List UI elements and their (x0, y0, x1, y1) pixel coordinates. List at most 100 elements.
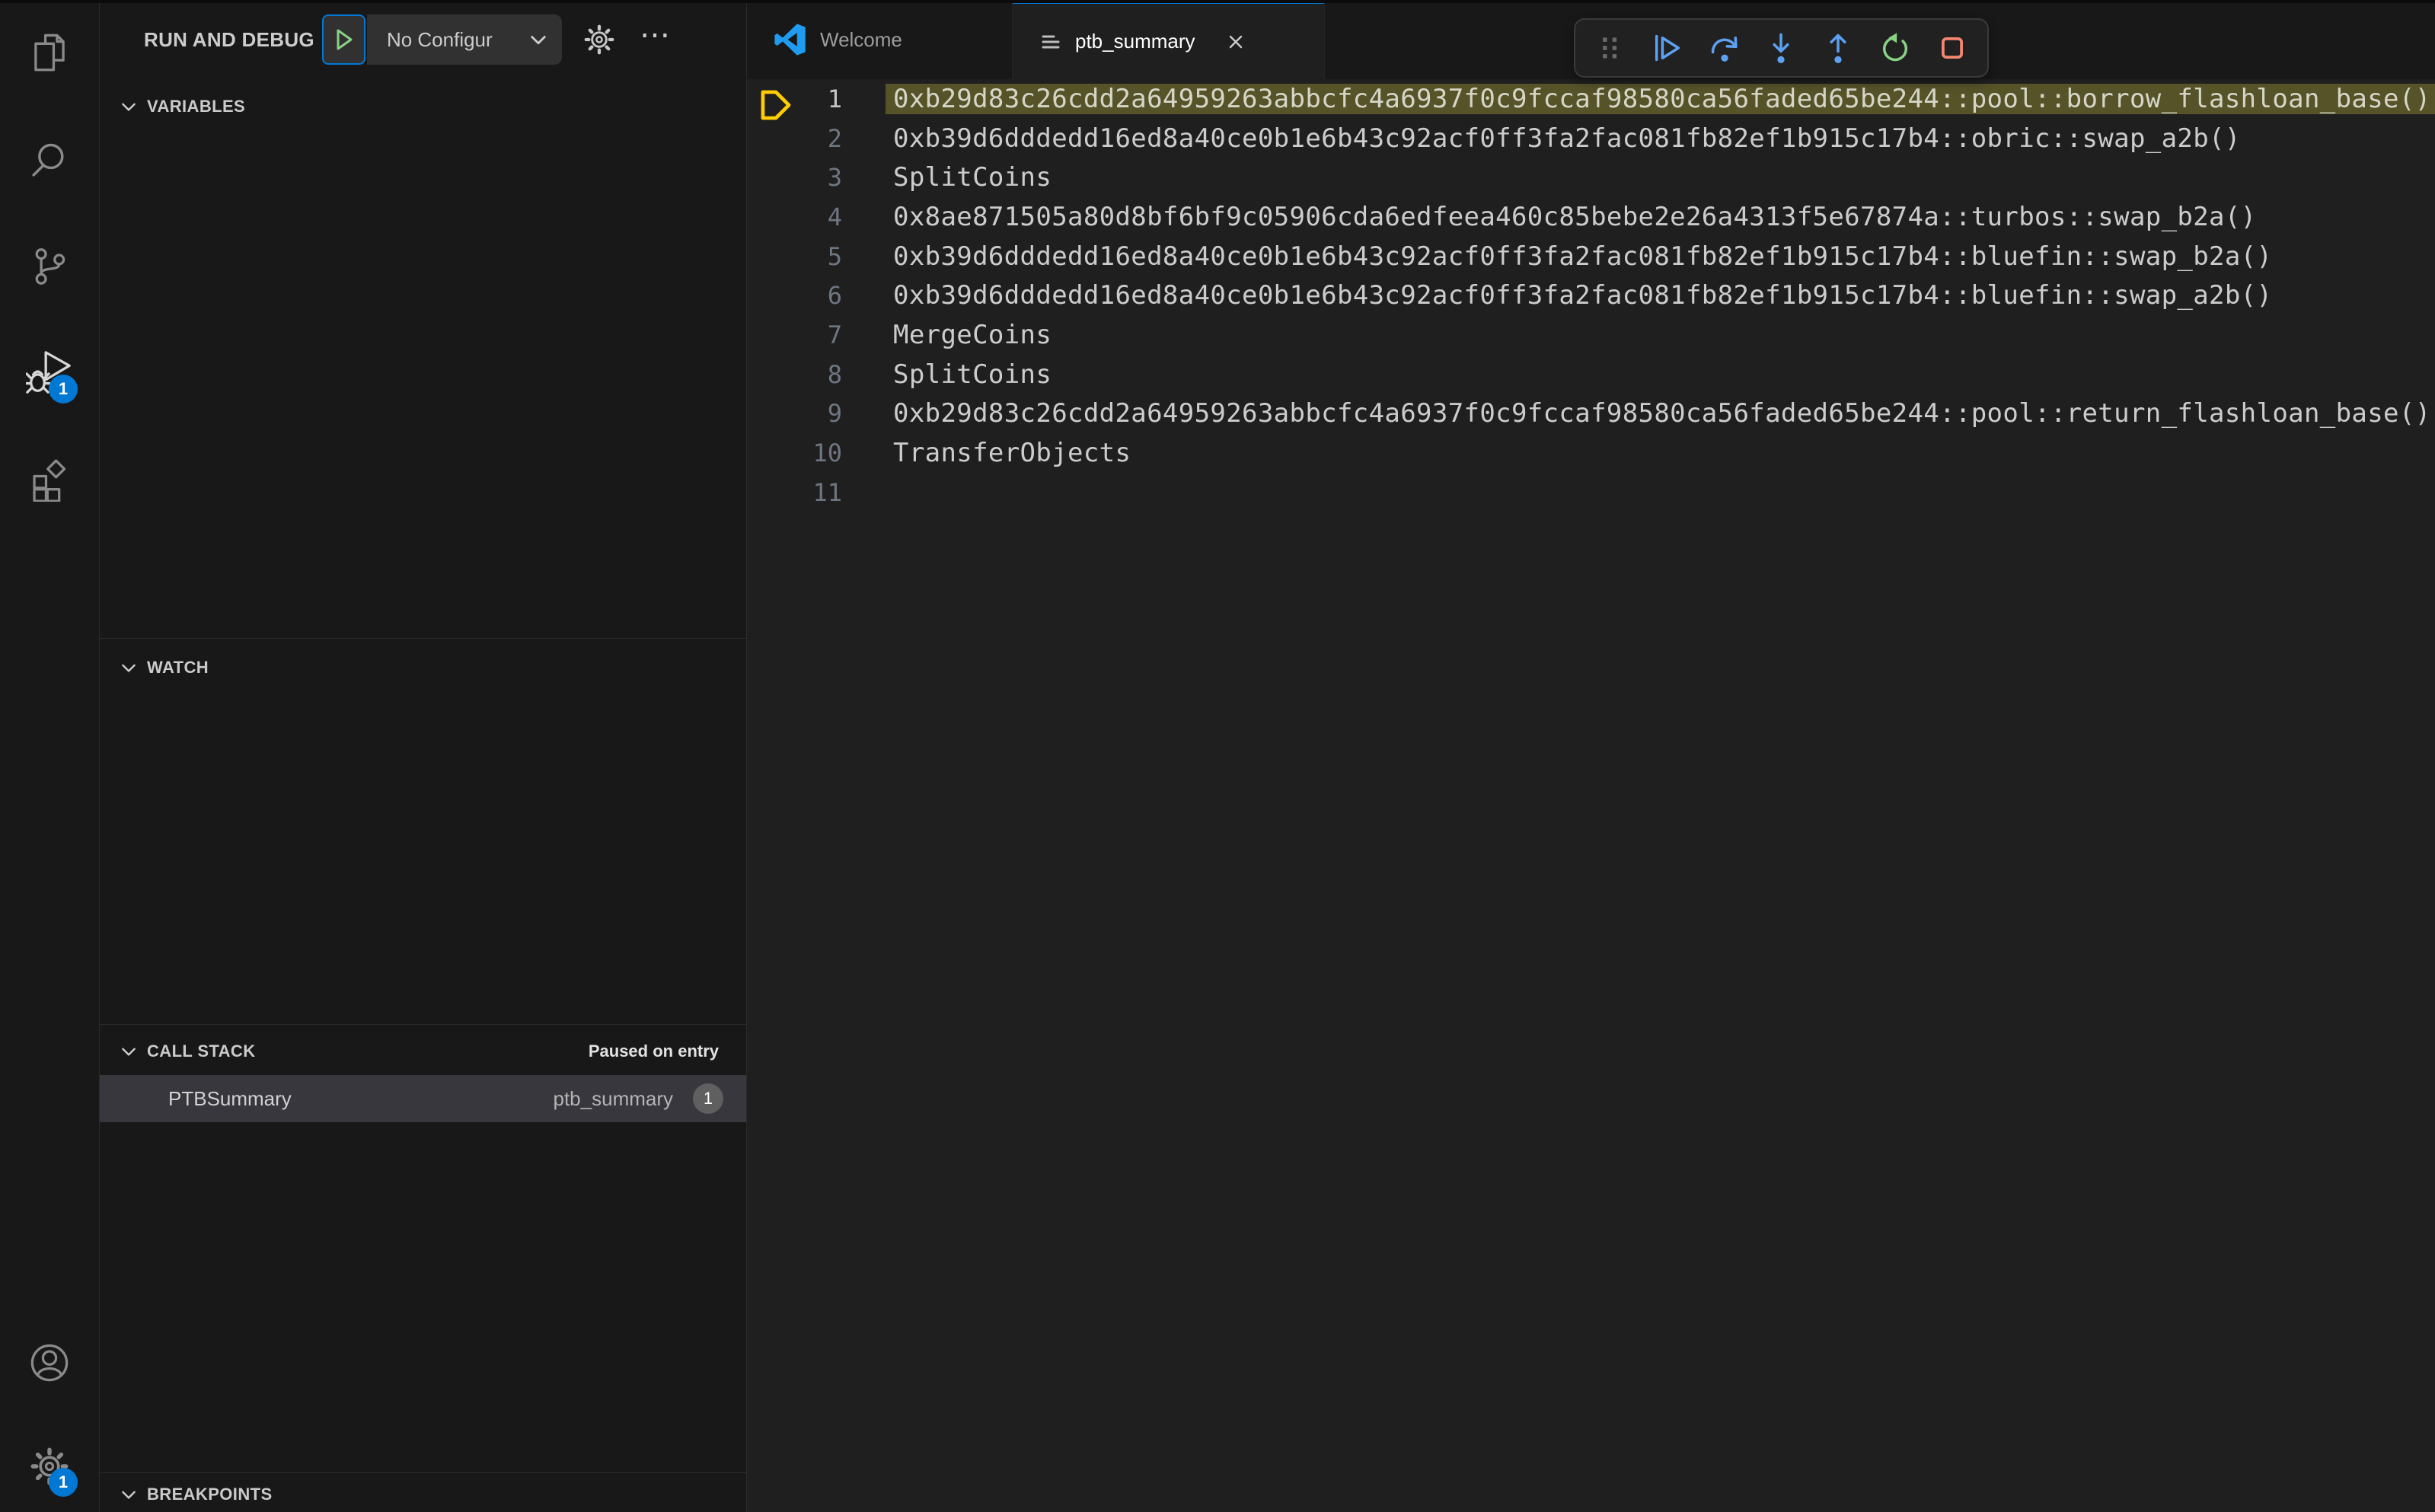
code-editor[interactable]: 1 0xb29d83c26cdd2a64959263abbcfc4a6937f0… (747, 79, 2435, 1512)
list-file-icon (1042, 35, 1060, 48)
chevron-down-icon (122, 103, 136, 111)
section-divider (100, 1472, 746, 1473)
gutter[interactable]: 4 (747, 203, 893, 231)
code-text[interactable]: 0xb39d6dddedd16ed8a40ce0b1e6b43c92acf0ff… (893, 241, 2435, 272)
code-line[interactable]: 11 (747, 473, 2435, 512)
section-divider (100, 1024, 746, 1025)
code-line[interactable]: 3 SplitCoins (747, 158, 2435, 197)
gutter[interactable]: 10 (747, 439, 893, 467)
line-number: 5 (827, 241, 842, 271)
code-text[interactable]: TransferObjects (893, 438, 2435, 468)
continue-button[interactable] (1648, 28, 1687, 68)
line-number: 8 (827, 359, 842, 389)
section-label: VARIABLES (147, 97, 246, 116)
step-over-button[interactable] (1705, 28, 1744, 68)
line-number: 7 (827, 320, 842, 349)
line-number: 2 (827, 123, 842, 153)
stack-frame-source: ptb_summary (553, 1086, 674, 1110)
debug-configuration-label: No Configur (386, 27, 493, 51)
code-text[interactable]: 0xb29d83c26cdd2a64959263abbcfc4a6937f0c9… (893, 398, 2435, 429)
gutter[interactable]: 7 (747, 321, 893, 349)
activity-bar: 1 1 (0, 0, 100, 1512)
gripper-icon (1603, 37, 1617, 59)
code-text[interactable]: 0xb39d6dddedd16ed8a40ce0b1e6b43c92acf0ff… (893, 280, 2435, 311)
gutter[interactable]: 6 (747, 281, 893, 310)
section-header-breakpoints[interactable]: BREAKPOINTS (120, 1483, 273, 1506)
code-text[interactable]: SplitCoins (893, 359, 2435, 390)
gutter[interactable]: 1 (747, 84, 893, 120)
stop-button[interactable] (1932, 28, 1972, 68)
restart-button[interactable] (1875, 28, 1915, 68)
section-label: WATCH (147, 658, 209, 677)
debug-configuration-dropdown[interactable]: No Configur (366, 14, 562, 65)
sidebar-item-explorer[interactable] (0, 17, 99, 90)
line-number: 10 (812, 439, 842, 468)
gutter[interactable]: 3 (747, 163, 893, 192)
code-text[interactable]: 0xb29d83c26cdd2a64959263abbcfc4a6937f0c9… (886, 83, 2435, 114)
section-header-call-stack[interactable]: CALL STACK (120, 1040, 256, 1063)
gutter[interactable]: 8 (747, 360, 893, 389)
code-line[interactable]: 8 SplitCoins (747, 355, 2435, 394)
play-icon (337, 29, 353, 50)
account-icon (30, 1344, 69, 1382)
tab-label: ptb_summary (1075, 30, 1195, 53)
extensions-icon (33, 459, 66, 502)
gutter[interactable]: 5 (747, 242, 893, 271)
code-line[interactable]: 10 TransferObjects (747, 433, 2435, 473)
line-number: 11 (812, 477, 842, 507)
chevron-down-icon (531, 36, 546, 45)
section-header-variables[interactable]: VARIABLES (120, 95, 245, 118)
code-line[interactable]: 6 0xb39d6dddedd16ed8a40ce0b1e6b43c92acf0… (747, 276, 2435, 315)
open-launch-json-button[interactable] (582, 22, 617, 57)
accounts-button[interactable] (0, 1326, 99, 1399)
sidebar-item-source-control[interactable] (0, 230, 99, 303)
code-line[interactable]: 7 MergeCoins (747, 315, 2435, 355)
debug-launch-combo: No Configur (321, 14, 562, 65)
gutter[interactable]: 11 (747, 478, 893, 507)
code-text[interactable]: MergeCoins (893, 320, 2435, 350)
line-number: 1 (827, 84, 842, 113)
start-debugging-button[interactable] (321, 14, 365, 65)
debug-sessions-badge: 1 (49, 375, 78, 404)
code-text[interactable]: 0x8ae871505a80d8bf6bf9c05906cda6edfeea46… (893, 202, 2435, 232)
line-number: 4 (827, 202, 842, 231)
step-out-button[interactable] (1818, 28, 1858, 68)
gutter[interactable]: 9 (747, 399, 893, 428)
stack-frame-badge: 1 (693, 1083, 723, 1114)
sidebar-item-extensions[interactable] (0, 443, 99, 516)
code-text[interactable]: SplitCoins (893, 162, 2435, 193)
toolbar-drag-handle[interactable] (1591, 28, 1630, 68)
editor-group: Welcome ptb_summary 1 0xb29d83c26cdd2a64… (747, 0, 2435, 1512)
tab-label: Welcome (820, 27, 902, 51)
code-line[interactable]: 1 0xb29d83c26cdd2a64959263abbcfc4a6937f0… (747, 79, 2435, 120)
debug-toolbar (1574, 18, 1989, 78)
line-number: 9 (827, 399, 842, 429)
section-divider (100, 638, 746, 639)
step-over-icon (1711, 37, 1738, 62)
code-text[interactable]: 0xb39d6dddedd16ed8a40ce0b1e6b43c92acf0ff… (893, 123, 2435, 154)
sidebar-title: RUN AND DEBUG (144, 27, 314, 51)
gutter[interactable]: 2 (747, 124, 893, 153)
sidebar-item-search[interactable] (0, 123, 99, 196)
run-and-debug-sidebar: RUN AND DEBUG No Configur ⋯ VARIABLES WA… (100, 0, 747, 1512)
files-icon (34, 33, 65, 72)
code-line[interactable]: 2 0xb39d6dddedd16ed8a40ce0b1e6b43c92acf0… (747, 119, 2435, 158)
stack-frame-name: PTBSummary (168, 1086, 292, 1110)
chevron-down-icon (122, 1048, 136, 1056)
step-into-button[interactable] (1761, 28, 1801, 68)
code-line[interactable]: 5 0xb39d6dddedd16ed8a40ce0b1e6b43c92acf0… (747, 237, 2435, 276)
call-stack-frame-row[interactable]: PTBSummary ptb_summary 1 (100, 1075, 746, 1122)
code-line[interactable]: 4 0x8ae871505a80d8bf6bf9c05906cda6edfeea… (747, 197, 2435, 237)
tab-welcome[interactable]: Welcome (747, 0, 1013, 79)
tab-ptb-summary[interactable]: ptb_summary (1013, 0, 1325, 79)
stop-icon (1941, 37, 1963, 59)
section-label: BREAKPOINTS (147, 1485, 273, 1504)
sidebar-item-run-and-debug[interactable]: 1 (0, 337, 99, 410)
settings-button[interactable]: 1 (0, 1430, 99, 1503)
call-stack-status: Paused on entry (588, 1041, 719, 1061)
section-header-watch[interactable]: WATCH (120, 656, 209, 679)
code-line[interactable]: 9 0xb29d83c26cdd2a64959263abbcfc4a6937f0… (747, 394, 2435, 434)
chevron-down-icon (122, 664, 136, 672)
close-tab-button[interactable] (1224, 30, 1247, 53)
more-actions-button[interactable]: ⋯ (640, 20, 672, 59)
